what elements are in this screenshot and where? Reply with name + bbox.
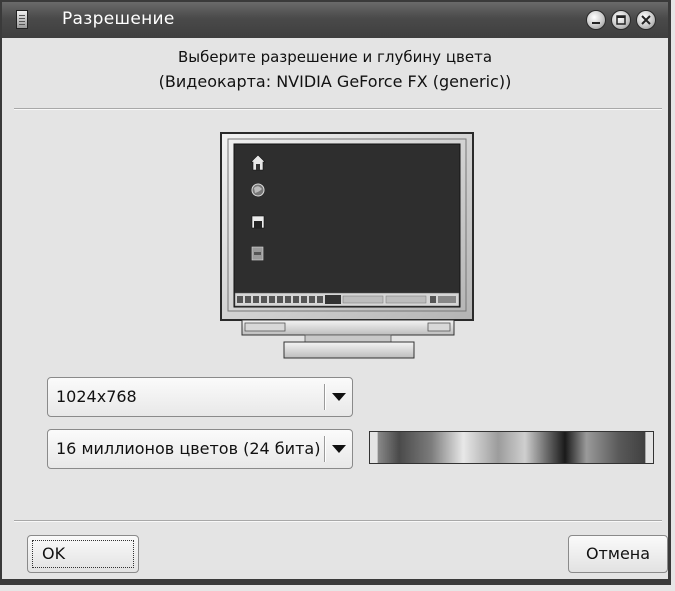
trash-icon — [251, 246, 264, 261]
chevron-down-icon[interactable] — [332, 393, 346, 401]
cancel-button-label: Отмена — [585, 544, 651, 563]
resolution-dialog: Разрешение Выберите разрешение и глубину… — [0, 0, 671, 585]
floppy-disk-icon — [251, 215, 265, 229]
resolution-select[interactable]: 1024x768 — [47, 377, 353, 417]
color-depth-gradient-preview — [369, 431, 654, 464]
bottom-separator — [14, 520, 662, 522]
ok-button[interactable]: OK — [27, 535, 139, 573]
globe-icon — [251, 183, 265, 197]
chevron-down-icon[interactable] — [332, 445, 346, 453]
combo-divider — [324, 436, 326, 462]
monitor-preview — [220, 132, 474, 359]
combo-divider — [324, 384, 326, 410]
color-depth-value: 16 миллионов цветов (24 бита) — [56, 439, 321, 458]
cancel-button[interactable]: Отмена — [568, 535, 668, 573]
ok-button-label: OK — [42, 544, 66, 563]
color-depth-select[interactable]: 16 миллионов цветов (24 бита) — [47, 429, 353, 469]
resolution-value: 1024x768 — [56, 387, 137, 406]
